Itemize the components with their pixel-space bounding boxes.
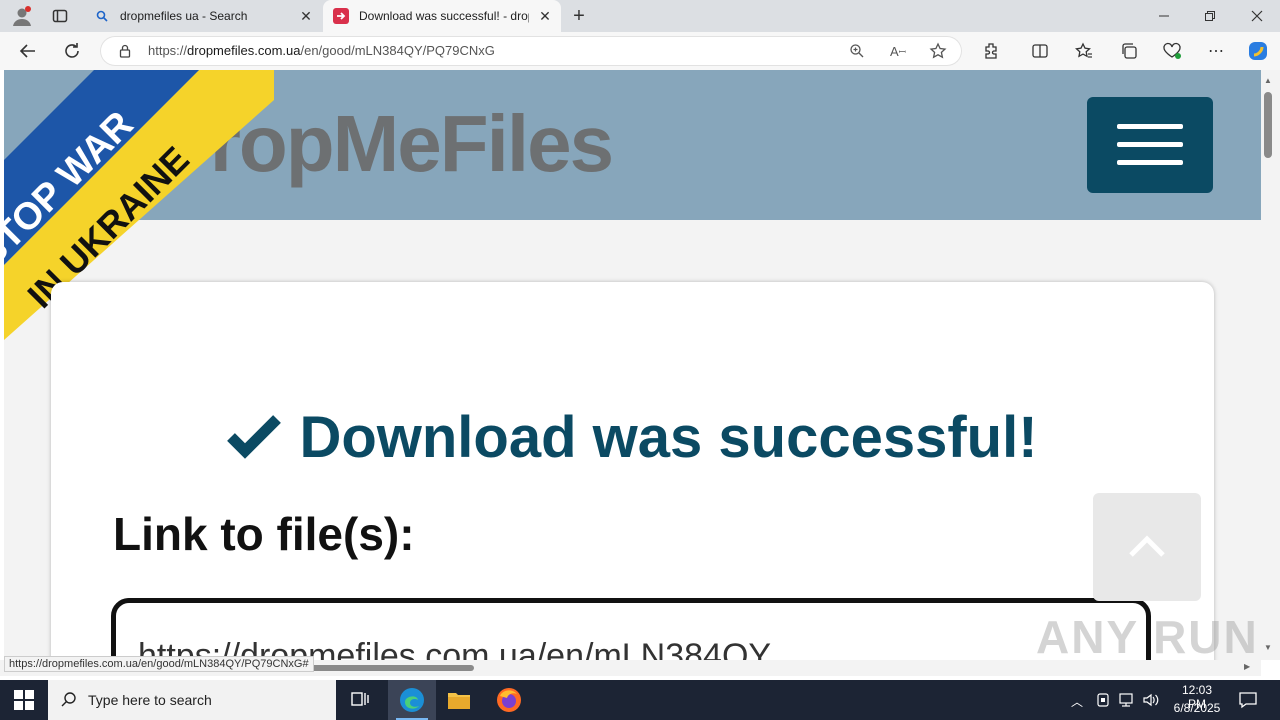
scroll-up-arrow-icon[interactable]: ▲ bbox=[1264, 76, 1272, 85]
network-icon[interactable] bbox=[1118, 692, 1136, 713]
split-screen-icon[interactable] bbox=[1028, 39, 1052, 63]
extensions-icon[interactable] bbox=[979, 39, 1003, 63]
success-heading-text: Download was successful! bbox=[299, 405, 1038, 470]
file-link-field[interactable]: https://dropmefiles.com.ua/en/mLN384QY bbox=[111, 598, 1151, 660]
firefox-icon[interactable] bbox=[496, 687, 522, 718]
minimize-icon[interactable] bbox=[1152, 4, 1176, 28]
checkmark-icon bbox=[227, 415, 282, 459]
lock-icon[interactable] bbox=[113, 39, 137, 63]
back-icon[interactable] bbox=[16, 39, 40, 63]
url-text[interactable]: https://dropmefiles.com.ua/en/good/mLN38… bbox=[148, 43, 495, 58]
menu-button[interactable] bbox=[1087, 97, 1213, 193]
restore-icon[interactable] bbox=[1198, 4, 1222, 28]
close-window-icon[interactable] bbox=[1245, 4, 1269, 28]
hamburger-icon bbox=[1117, 142, 1183, 147]
tab-title: Download was successful! - drop bbox=[359, 9, 529, 23]
dropmefiles-favicon bbox=[333, 8, 349, 24]
copilot-icon[interactable] bbox=[1246, 39, 1270, 63]
taskbar-search-placeholder: Type here to search bbox=[88, 692, 212, 708]
scroll-right-arrow-icon[interactable]: ▶ bbox=[1244, 662, 1250, 671]
status-bar-url: https://dropmefiles.com.ua/en/good/mLN38… bbox=[4, 656, 314, 672]
edge-icon bbox=[400, 688, 424, 712]
new-tab-icon[interactable]: + bbox=[567, 4, 591, 28]
hamburger-icon bbox=[1117, 124, 1183, 129]
scroll-down-arrow-icon[interactable]: ▼ bbox=[1264, 643, 1272, 652]
show-hidden-icons-icon[interactable]: ︿ bbox=[1071, 693, 1083, 710]
notifications-icon[interactable] bbox=[1238, 690, 1258, 715]
refresh-icon[interactable] bbox=[60, 39, 84, 63]
vertical-scrollbar[interactable] bbox=[1261, 70, 1280, 660]
task-view-icon[interactable] bbox=[350, 690, 370, 715]
profile-icon[interactable] bbox=[10, 4, 34, 28]
more-options-icon[interactable]: ⋯ bbox=[1204, 39, 1228, 63]
edge-taskbar-button[interactable] bbox=[388, 680, 436, 720]
tab-dropmefiles[interactable]: Download was successful! - drop ✕ bbox=[323, 0, 561, 32]
success-heading: Download was successful! bbox=[51, 404, 1214, 471]
volume-icon[interactable] bbox=[1142, 692, 1160, 713]
close-tab-icon[interactable]: ✕ bbox=[537, 8, 553, 25]
security-tray-icon[interactable] bbox=[1096, 692, 1110, 713]
tab-search[interactable]: dropmefiles ua - Search ✕ bbox=[84, 0, 322, 32]
search-icon bbox=[94, 8, 110, 24]
close-tab-icon[interactable]: ✕ bbox=[298, 8, 314, 25]
zoom-icon[interactable] bbox=[845, 39, 869, 63]
tab-title: dropmefiles ua - Search bbox=[120, 9, 248, 23]
tab-actions-icon[interactable] bbox=[48, 4, 72, 28]
windows-start-icon[interactable] bbox=[14, 690, 34, 715]
file-explorer-icon[interactable] bbox=[447, 689, 471, 716]
scroll-to-top-button[interactable] bbox=[1093, 493, 1201, 601]
collections-icon[interactable] bbox=[1117, 39, 1141, 63]
favorites-icon[interactable] bbox=[1072, 39, 1096, 63]
search-icon bbox=[60, 691, 78, 714]
chevron-up-icon bbox=[1129, 535, 1165, 557]
browser-essentials-icon[interactable] bbox=[1160, 39, 1184, 63]
vertical-scroll-thumb[interactable] bbox=[1264, 92, 1272, 158]
anyrun-watermark: ANY RUN bbox=[1036, 611, 1259, 663]
hamburger-icon bbox=[1117, 160, 1183, 165]
download-card: Download was successful! Link to file(s)… bbox=[51, 282, 1214, 660]
link-label: Link to file(s): bbox=[113, 508, 415, 560]
read-aloud-icon[interactable]: Aꟷ bbox=[886, 39, 910, 63]
favorite-star-icon[interactable] bbox=[926, 39, 950, 63]
page-viewport: DropMeFiles STOP WAR IN UKRAINE Download… bbox=[4, 70, 1261, 660]
clock-date[interactable]: 6/8/2025 bbox=[1170, 701, 1224, 715]
